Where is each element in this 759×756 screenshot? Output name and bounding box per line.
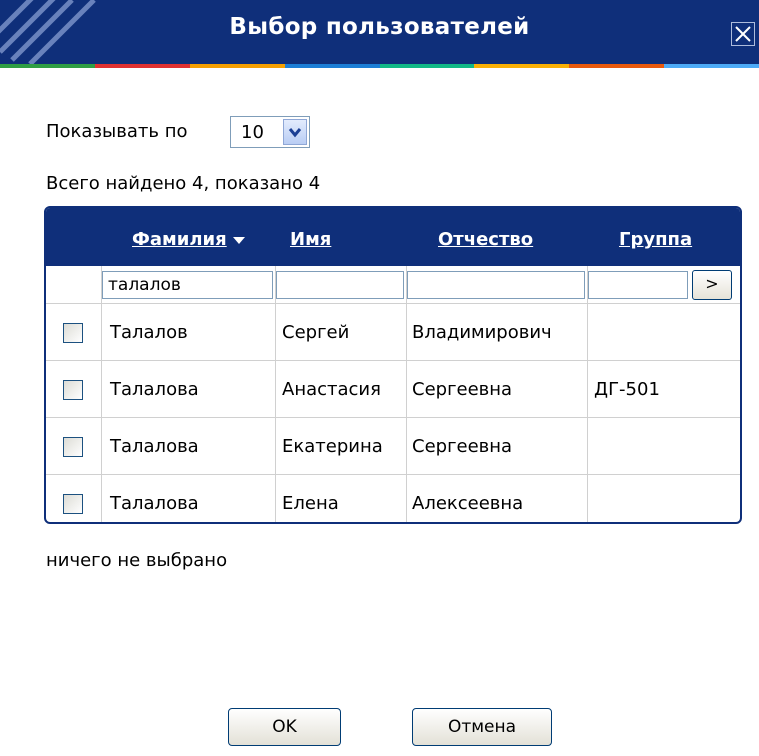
cell-name: Анастасия [282, 379, 381, 400]
chevron-down-icon [288, 128, 302, 138]
users-table: Фамилия Имя Отчество Группа > Талалов Се… [44, 206, 742, 524]
results-count: Всего найдено 4, показано 4 [46, 173, 321, 194]
page-size-value: 10 [241, 122, 264, 143]
page-size-label: Показывать по [46, 121, 188, 142]
row-checkbox[interactable] [63, 494, 83, 514]
accent-color-segment [284, 64, 380, 68]
accent-color-segment [0, 64, 95, 68]
cell-patronymic: Алексеевна [412, 493, 524, 514]
accent-color-bar [0, 64, 759, 68]
cell-surname: Талалова [110, 379, 199, 400]
column-header-name[interactable]: Имя [290, 229, 331, 250]
close-button[interactable] [731, 22, 755, 46]
filter-surname-input[interactable] [102, 271, 273, 299]
table-header: Фамилия Имя Отчество Группа [46, 208, 740, 266]
close-icon [735, 26, 751, 42]
table-row: Талалова Екатерина Сергеевна [46, 418, 740, 475]
column-header-group[interactable]: Группа [619, 229, 692, 250]
cancel-button[interactable]: Отмена [412, 708, 552, 746]
accent-color-segment [664, 64, 759, 68]
cell-patronymic: Владимирович [412, 322, 552, 343]
accent-color-segment [189, 64, 285, 68]
dialog-titlebar: Выбор пользователей [0, 0, 759, 64]
dropdown-button[interactable] [283, 119, 307, 145]
row-checkbox[interactable] [63, 323, 83, 343]
sort-desc-icon [232, 236, 245, 244]
cell-name: Екатерина [282, 436, 383, 457]
dialog-title: Выбор пользователей [229, 14, 530, 40]
accent-color-segment [474, 64, 570, 68]
cell-surname: Талалова [110, 436, 199, 457]
row-checkbox[interactable] [63, 437, 83, 457]
cell-surname: Талалов [110, 322, 188, 343]
cell-surname: Талалова [110, 493, 199, 514]
page-size-select[interactable]: 10 [230, 116, 310, 148]
apply-filter-button[interactable]: > [692, 270, 732, 300]
filter-name-input[interactable] [276, 271, 404, 299]
cell-patronymic: Сергеевна [412, 436, 513, 457]
table-row: Талалова Елена Алексеевна [46, 475, 740, 522]
accent-color-segment [94, 64, 190, 68]
ok-button[interactable]: OK [228, 708, 341, 746]
filter-group-input[interactable] [588, 271, 688, 299]
cell-name: Сергей [282, 322, 350, 343]
column-header-surname[interactable]: Фамилия [132, 229, 245, 250]
filter-patronymic-input[interactable] [407, 271, 585, 299]
cell-group: ДГ-501 [594, 379, 660, 400]
table-row: Талалов Сергей Владимирович [46, 304, 740, 361]
accent-color-segment [569, 64, 665, 68]
cell-name: Елена [282, 493, 339, 514]
accent-color-segment [379, 64, 475, 68]
table-row: Талалова Анастасия Сергеевна ДГ-501 [46, 361, 740, 418]
column-header-patronymic[interactable]: Отчество [438, 229, 533, 250]
cell-patronymic: Сергеевна [412, 379, 513, 400]
row-checkbox[interactable] [63, 380, 83, 400]
selection-status: ничего не выбрано [46, 550, 228, 571]
